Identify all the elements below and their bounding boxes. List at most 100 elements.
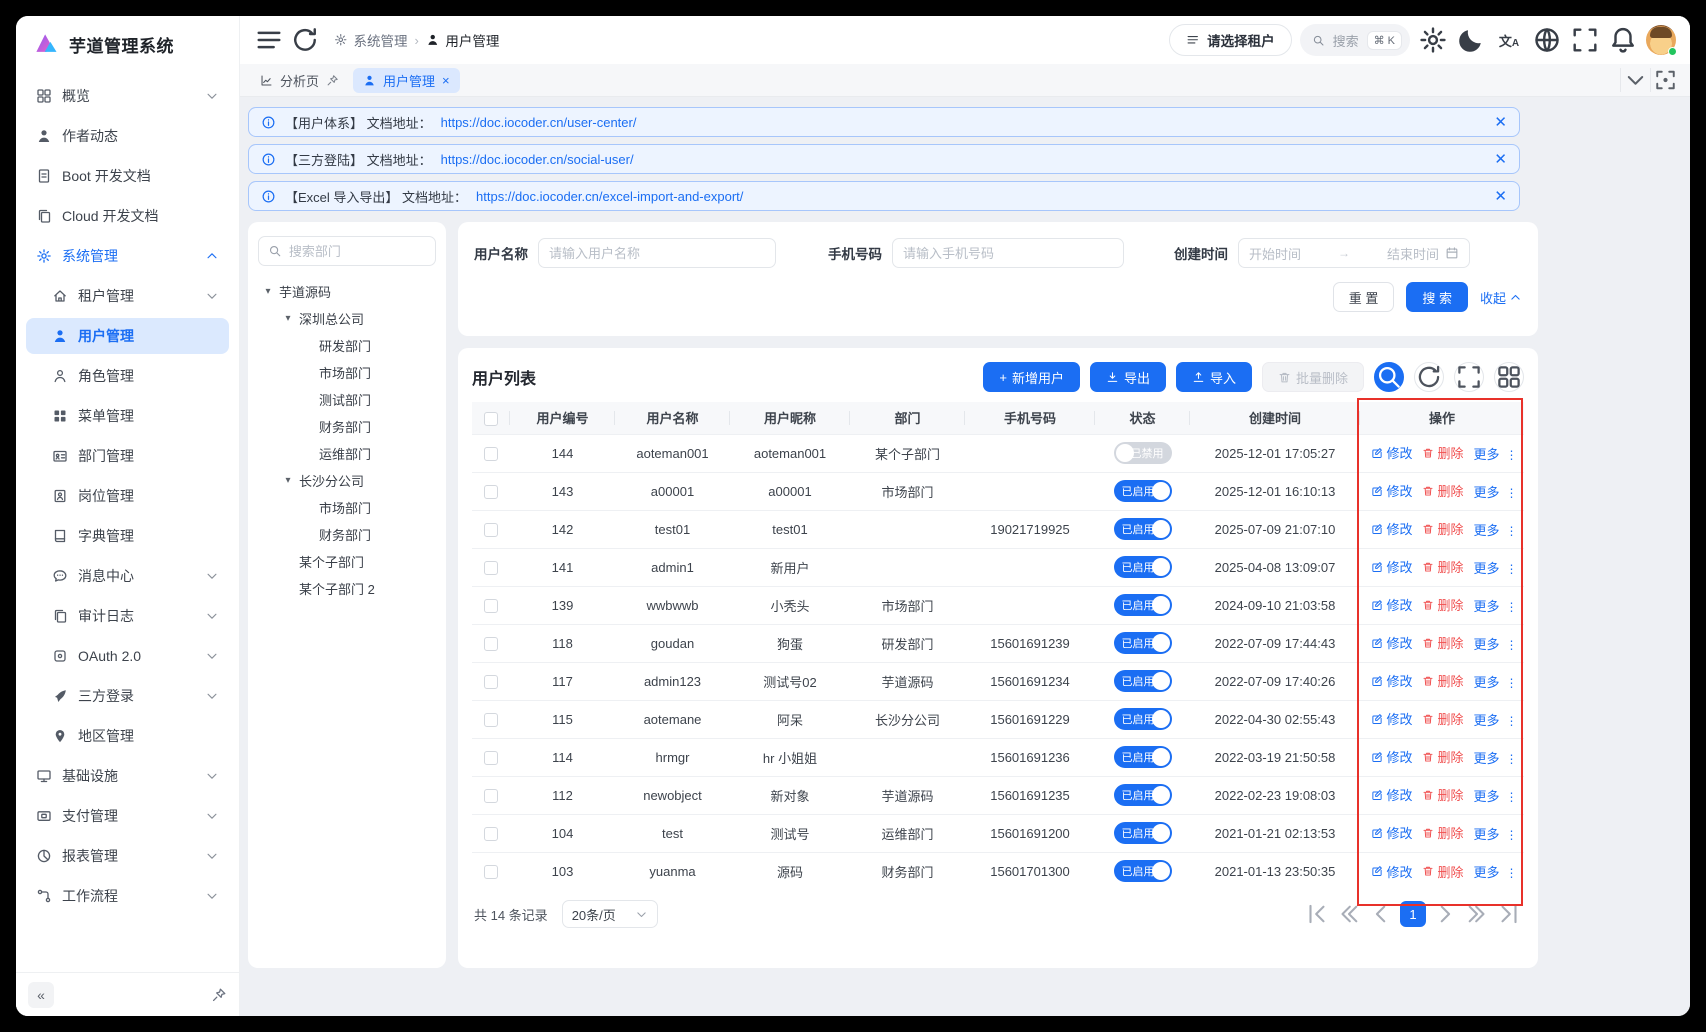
row-checkbox[interactable] [484, 561, 498, 575]
sidebar-item-oauth[interactable]: OAuth 2.0 [26, 638, 229, 674]
search-button[interactable]: 搜 索 [1406, 282, 1468, 312]
table-fullscreen-icon[interactable] [1454, 362, 1484, 392]
status-toggle[interactable]: 已启用 [1114, 822, 1172, 844]
tree-node[interactable]: 测试部门 [258, 386, 436, 413]
row-checkbox[interactable] [484, 789, 498, 803]
table-search-icon[interactable] [1374, 362, 1404, 392]
status-toggle[interactable]: 已启用 [1114, 632, 1172, 654]
more-dots-icon[interactable]: ⋮ [1506, 638, 1518, 652]
next-page-icon[interactable] [1432, 901, 1458, 927]
more-dots-icon[interactable]: ⋮ [1506, 790, 1518, 804]
header-select-all[interactable] [472, 402, 510, 434]
row-checkbox[interactable] [484, 599, 498, 613]
delete-action[interactable]: 删除 [1422, 481, 1463, 500]
more-action[interactable]: 更多 [1474, 748, 1500, 767]
table-refresh-icon[interactable] [1414, 362, 1444, 392]
more-action[interactable]: 更多 [1474, 520, 1500, 539]
tree-node[interactable]: 某个子部门 [258, 548, 436, 575]
sidebar-item-pay[interactable]: 支付管理 [26, 798, 229, 834]
delete-action[interactable]: 删除 [1422, 671, 1463, 690]
row-checkbox[interactable] [484, 637, 498, 651]
status-toggle[interactable]: 已启用 [1114, 708, 1172, 730]
sidebar-item-dept[interactable]: 部门管理 [26, 438, 229, 474]
content-fullscreen-icon[interactable] [1650, 68, 1680, 92]
tree-node[interactable]: 市场部门 [258, 359, 436, 386]
more-dots-icon[interactable]: ⋮ [1506, 676, 1518, 690]
sidebar-item-audit[interactable]: 审计日志 [26, 598, 229, 634]
status-toggle[interactable]: 已启用 [1114, 594, 1172, 616]
edit-action[interactable]: 修改 [1371, 862, 1412, 881]
row-checkbox[interactable] [484, 713, 498, 727]
next-pages-icon[interactable] [1464, 901, 1490, 927]
row-checkbox[interactable] [484, 447, 498, 461]
sidebar-item-bpm[interactable]: 工作流程 [26, 878, 229, 914]
doc-link[interactable]: https://doc.iocoder.cn/excel-import-and-… [476, 189, 743, 204]
breadcrumb-system[interactable]: 系统管理 [334, 30, 408, 50]
sidebar-item-user[interactable]: 用户管理 [26, 318, 229, 354]
settings-icon[interactable] [1418, 25, 1448, 55]
tab-analysis[interactable]: 分析页 [250, 68, 349, 93]
edit-action[interactable]: 修改 [1371, 671, 1412, 690]
sidebar-item-cloud-doc[interactable]: Cloud 开发文档 [26, 198, 229, 234]
add-user-button[interactable]: + 新增用户 [983, 362, 1080, 392]
delete-action[interactable]: 删除 [1422, 443, 1463, 462]
more-dots-icon[interactable]: ⋮ [1506, 448, 1518, 462]
edit-action[interactable]: 修改 [1371, 633, 1412, 652]
reset-button[interactable]: 重 置 [1333, 282, 1395, 312]
export-button[interactable]: 导出 [1090, 362, 1166, 392]
tree-node[interactable]: 财务部门 [258, 413, 436, 440]
sidebar-item-role[interactable]: 角色管理 [26, 358, 229, 394]
edit-action[interactable]: 修改 [1371, 519, 1412, 538]
collapse-filter-link[interactable]: 收起 [1480, 288, 1522, 307]
close-alert-icon[interactable]: ✕ [1494, 152, 1507, 167]
last-page-icon[interactable] [1496, 901, 1522, 927]
tree-node[interactable]: 市场部门 [258, 494, 436, 521]
delete-action[interactable]: 删除 [1422, 862, 1463, 881]
more-action[interactable]: 更多 [1474, 634, 1500, 653]
sidebar-item-author[interactable]: 作者动态 [26, 118, 229, 154]
edit-action[interactable]: 修改 [1371, 747, 1412, 766]
close-alert-icon[interactable]: ✕ [1494, 115, 1507, 130]
more-dots-icon[interactable]: ⋮ [1506, 600, 1518, 614]
tree-node[interactable]: ▾深圳总公司 [258, 305, 436, 332]
sidebar-item-post[interactable]: 岗位管理 [26, 478, 229, 514]
sidebar-collapse-button[interactable]: « [28, 982, 54, 1008]
pin-icon[interactable] [326, 74, 339, 87]
close-alert-icon[interactable]: ✕ [1494, 189, 1507, 204]
row-checkbox[interactable] [484, 523, 498, 537]
sidebar-item-area[interactable]: 地区管理 [26, 718, 229, 754]
delete-action[interactable]: 删除 [1422, 785, 1463, 804]
tree-node[interactable]: 财务部门 [258, 521, 436, 548]
breadcrumb-user-mgmt[interactable]: 用户管理 [426, 30, 500, 50]
more-dots-icon[interactable]: ⋮ [1506, 562, 1518, 576]
more-dots-icon[interactable]: ⋮ [1506, 714, 1518, 728]
checkbox[interactable] [484, 412, 498, 426]
more-action[interactable]: 更多 [1474, 824, 1500, 843]
doc-link[interactable]: https://doc.iocoder.cn/user-center/ [441, 115, 637, 130]
delete-action[interactable]: 删除 [1422, 633, 1463, 652]
sidebar-item-social[interactable]: 三方登录 [26, 678, 229, 714]
more-dots-icon[interactable]: ⋮ [1506, 866, 1518, 880]
edit-action[interactable]: 修改 [1371, 595, 1412, 614]
date-range-picker[interactable]: 开始时间 → 结束时间 [1238, 238, 1470, 268]
more-dots-icon[interactable]: ⋮ [1506, 828, 1518, 842]
more-action[interactable]: 更多 [1474, 444, 1500, 463]
phone-input[interactable] [903, 246, 1113, 261]
more-action[interactable]: 更多 [1474, 482, 1500, 501]
delete-action[interactable]: 删除 [1422, 709, 1463, 728]
row-checkbox[interactable] [484, 751, 498, 765]
department-search-input[interactable] [289, 244, 426, 259]
language-icon[interactable]: 文A [1494, 25, 1524, 55]
tree-node[interactable]: 运维部门 [258, 440, 436, 467]
username-input[interactable] [549, 246, 765, 261]
delete-action[interactable]: 删除 [1422, 823, 1463, 842]
edit-action[interactable]: 修改 [1371, 557, 1412, 576]
sidebar-item-tenant[interactable]: 租户管理 [26, 278, 229, 314]
more-action[interactable]: 更多 [1474, 558, 1500, 577]
refresh-icon[interactable] [290, 25, 320, 55]
edit-action[interactable]: 修改 [1371, 443, 1412, 462]
tenant-select-button[interactable]: 请选择租户 [1169, 24, 1292, 56]
sidebar-pin-icon[interactable] [211, 987, 227, 1003]
close-tab-icon[interactable]: × [442, 74, 450, 87]
delete-action[interactable]: 删除 [1422, 595, 1463, 614]
